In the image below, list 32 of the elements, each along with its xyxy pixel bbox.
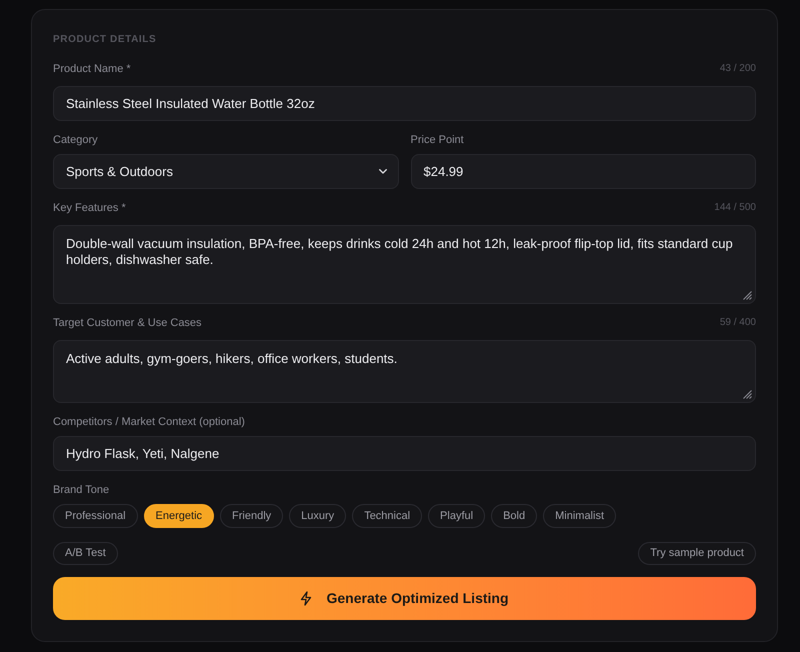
field-label: Brand Tone: [53, 483, 110, 497]
field-label: Target Customer & Use Cases: [53, 316, 202, 330]
tone-chip[interactable]: Technical: [352, 504, 422, 528]
text-area-field[interactable]: Active adults, gym-goers, hikers, office workers, students.: [53, 340, 756, 403]
character-counter: 59 / 400: [720, 316, 756, 330]
section-title: PRODUCT DETAILS: [53, 34, 156, 46]
field-label: Product Name *: [53, 62, 131, 76]
input-field[interactable]: Hydro Flask, Yeti, Nalgene: [53, 436, 756, 471]
resize-handle-icon: [743, 291, 752, 300]
tone-chip[interactable]: Energetic: [144, 504, 214, 528]
field-label: Category: [53, 133, 98, 147]
tone-chip[interactable]: Minimalist: [543, 504, 616, 528]
field-label: Key Features *: [53, 201, 126, 215]
ab-test-button[interactable]: A/B Test: [53, 542, 118, 565]
dropdown-field[interactable]: Sports & Outdoors: [53, 154, 398, 189]
field-label: Price Point: [410, 133, 464, 147]
field-label: Competitors / Market Context (optional): [53, 415, 245, 429]
generate-button[interactable]: Generate Optimized Listing: [53, 577, 756, 620]
character-counter: 43 / 200: [720, 62, 756, 76]
input-field[interactable]: $24.99: [410, 154, 756, 189]
tone-chip[interactable]: Friendly: [220, 504, 284, 528]
tone-chip[interactable]: Professional: [53, 504, 138, 528]
tone-chip[interactable]: Luxury: [289, 504, 346, 528]
character-counter: 144 / 500: [714, 201, 756, 215]
resize-handle-icon: [743, 390, 752, 399]
tone-chip[interactable]: Playful: [428, 504, 486, 528]
chevron-down-icon: [378, 169, 386, 174]
lightning-bolt-icon: [300, 591, 312, 606]
tone-chip[interactable]: Bold: [491, 504, 538, 528]
sample-product-button[interactable]: Try sample product: [638, 542, 756, 565]
text-area-field[interactable]: Double-wall vacuum insulation, BPA-free, keeps drinks cold 24h and hot 12h, leak-proof flip-top lid, fits standard cup holders, dishwasher safe.: [53, 225, 756, 304]
input-field[interactable]: Stainless Steel Insulated Water Bottle 32oz: [53, 86, 756, 121]
